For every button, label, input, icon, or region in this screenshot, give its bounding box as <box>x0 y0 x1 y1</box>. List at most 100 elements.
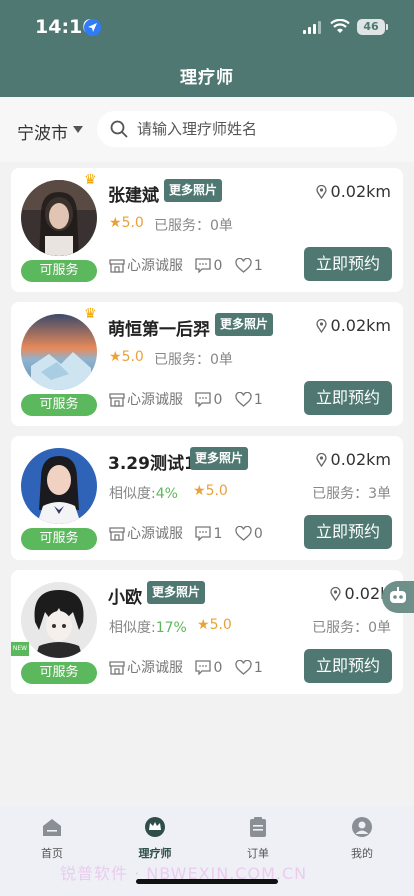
crown-icon <box>145 817 165 837</box>
comment-icon <box>195 660 212 676</box>
user-icon <box>352 817 372 837</box>
rating-value: 5.0 <box>121 215 144 231</box>
likes[interactable]: 0 <box>235 525 263 542</box>
shop-name: 心源诚服 <box>127 660 183 676</box>
therapist-avatar[interactable] <box>21 582 97 658</box>
search-icon <box>110 120 128 138</box>
distance: 0.02km <box>315 316 391 335</box>
therapist-card[interactable]: ♛ 可服务 萌恒第一后羿 更多照片 0.02km ★5.0 已服务：0单 心源诚… <box>11 302 403 426</box>
card-meta: 心源诚服 0 1 <box>109 389 271 409</box>
more-photos-button[interactable]: 更多照片 <box>215 313 274 336</box>
served-count: 已服务：0单 <box>312 620 391 636</box>
similarity: 相似度:4% <box>109 483 178 503</box>
tab-home-label: 首页 <box>41 847 63 860</box>
card-meta: 心源诚服 0 1 <box>109 255 271 275</box>
shop: 心源诚服 <box>109 523 183 543</box>
new-badge: NEW <box>11 642 29 656</box>
floating-assistant-button[interactable] <box>382 581 414 613</box>
book-now-button[interactable]: 立即预约 <box>304 649 392 683</box>
availability-badge: 可服务 <box>21 662 97 684</box>
heart-icon <box>235 525 252 541</box>
shop-icon <box>109 259 125 273</box>
comments[interactable]: 1 <box>195 526 222 542</box>
therapist-card[interactable]: NEW 可服务 小欧 更多照片 0.02km 相似度:17% ★5.0 已服务：… <box>11 570 405 694</box>
similarity-value: 17% <box>155 620 187 636</box>
caret-down-icon[interactable] <box>73 126 83 133</box>
served-count: 已服务：0单 <box>154 218 233 234</box>
comment-count: 0 <box>213 258 223 274</box>
likes[interactable]: 1 <box>235 659 263 676</box>
location-pin-icon <box>315 185 327 199</box>
availability-badge: 可服务 <box>21 394 97 416</box>
rating-value: 5.0 <box>209 617 232 633</box>
search-box[interactable] <box>97 111 397 147</box>
therapist-name: 萌恒第一后羿 <box>108 320 210 340</box>
comment-count: 1 <box>213 526 223 542</box>
book-now-button[interactable]: 立即预约 <box>304 515 392 549</box>
comment-icon <box>195 526 212 542</box>
comment-count: 0 <box>213 660 223 676</box>
comments[interactable]: 0 <box>195 660 222 676</box>
comment-count: 0 <box>213 392 223 408</box>
card-meta: 心源诚服 0 1 <box>109 657 271 677</box>
book-now-button[interactable]: 立即预约 <box>304 247 392 281</box>
tab-therapists-label: 理疗师 <box>138 847 172 860</box>
therapist-avatar[interactable] <box>21 314 97 390</box>
likes[interactable]: 1 <box>235 257 263 274</box>
comments[interactable]: 0 <box>195 258 222 274</box>
rating: ★5.0 <box>193 483 228 499</box>
tab-home[interactable]: 首页 <box>12 816 92 861</box>
home-icon <box>43 819 61 836</box>
shop-icon <box>109 393 125 407</box>
therapist-name: 3.29测试1 <box>108 454 196 474</box>
therapist-name: 张建斌 <box>108 186 159 206</box>
home-indicator <box>136 879 278 884</box>
rating-value: 5.0 <box>205 483 228 499</box>
page-title: 理疗师 <box>180 68 234 88</box>
search-row: 宁波市 <box>0 97 414 162</box>
comments[interactable]: 0 <box>195 392 222 408</box>
shop-icon <box>109 661 125 675</box>
city-selector[interactable]: 宁波市 <box>17 119 68 144</box>
more-photos-button[interactable]: 更多照片 <box>164 179 223 202</box>
status-bar: 14:16 46 <box>0 14 414 42</box>
shop-name: 心源诚服 <box>127 258 183 274</box>
therapist-card[interactable]: 可服务 3.29测试1 更多照片 0.02km 相似度:4% ★5.0 已服务：… <box>11 436 403 560</box>
more-photos-button[interactable]: 更多照片 <box>190 447 249 470</box>
tab-profile[interactable]: 我的 <box>322 816 402 861</box>
therapist-avatar[interactable] <box>21 180 97 256</box>
book-now-button[interactable]: 立即预约 <box>304 381 392 415</box>
comment-icon <box>195 392 212 408</box>
crown-icon: ♛ <box>84 306 97 322</box>
search-input[interactable] <box>137 111 387 147</box>
distance: 0.02km <box>315 182 391 201</box>
location-arrow-icon <box>84 19 101 36</box>
cellular-signal-icon <box>303 21 323 34</box>
rating: ★5.0 <box>109 215 144 231</box>
shop: 心源诚服 <box>109 255 183 275</box>
therapist-avatar[interactable] <box>21 448 97 524</box>
wifi-icon <box>330 19 350 33</box>
comment-icon <box>195 258 212 274</box>
tab-orders[interactable]: 订单 <box>218 816 298 861</box>
more-photos-button[interactable]: 更多照片 <box>147 581 206 604</box>
shop: 心源诚服 <box>109 389 183 409</box>
location-pin-icon <box>315 319 327 333</box>
distance-value: 0.02km <box>330 182 391 201</box>
served-count: 已服务：3单 <box>312 486 391 502</box>
app-header: 14:16 46 理疗师 <box>0 0 414 97</box>
tab-therapists[interactable]: 理疗师 <box>115 816 195 861</box>
availability-badge: 可服务 <box>21 528 97 550</box>
heart-icon <box>235 659 252 675</box>
therapist-card[interactable]: ♛ 可服务 张建斌 更多照片 0.02km ★5.0 已服务：0单 心源诚服 0… <box>11 168 403 292</box>
location-pin-icon <box>329 587 341 601</box>
battery-icon: 46 <box>357 19 385 35</box>
similarity-label: 相似度: <box>109 620 156 636</box>
availability-badge: 可服务 <box>21 260 97 282</box>
therapist-name: 小欧 <box>108 588 142 608</box>
like-count: 1 <box>253 258 263 274</box>
likes[interactable]: 1 <box>235 391 263 408</box>
rating: ★5.0 <box>109 349 144 365</box>
similarity-value: 4% <box>155 486 178 502</box>
distance-value: 0.02km <box>330 450 391 469</box>
